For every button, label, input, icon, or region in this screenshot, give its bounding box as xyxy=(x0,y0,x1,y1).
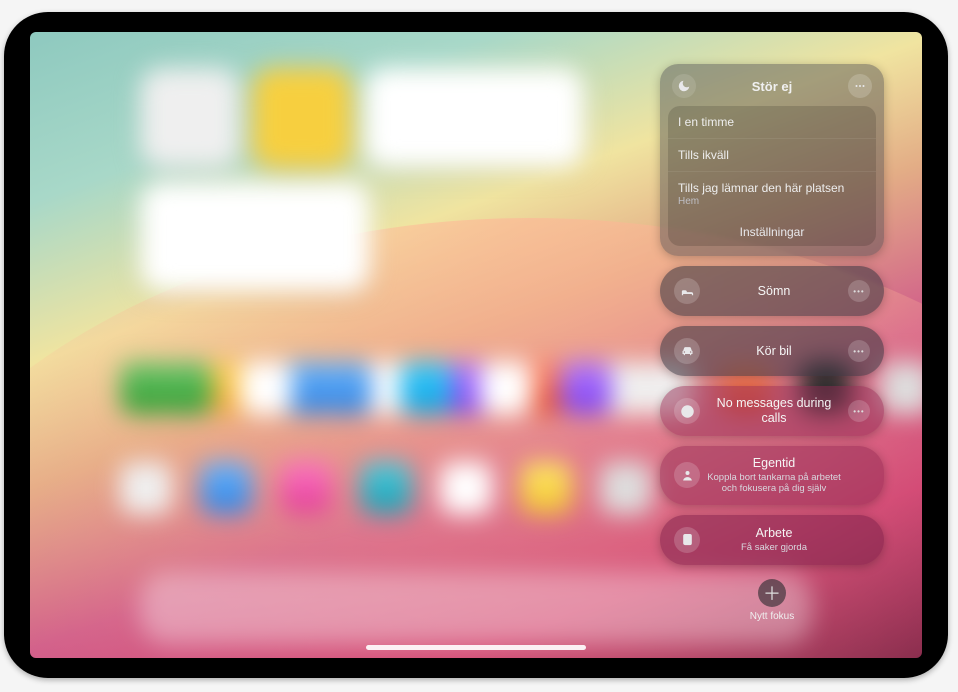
mode-label: Egentid xyxy=(706,456,842,471)
more-icon[interactable] xyxy=(848,74,872,98)
option-sublabel: Hem xyxy=(678,196,866,207)
focus-duration-option[interactable]: Tills jag lämnar den här platsen Hem xyxy=(668,171,876,216)
option-label: I en timme xyxy=(678,115,734,129)
mode-sublabel: Få saker gjorda xyxy=(706,542,842,553)
badge-icon xyxy=(674,527,700,553)
focus-mode-driving[interactable]: Kör bil ••• xyxy=(660,326,884,376)
option-label: Tills ikväll xyxy=(678,148,729,162)
car-icon xyxy=(674,338,700,364)
focus-title: Stör ej xyxy=(696,79,848,94)
focus-duration-list: I en timme Tills ikväll Tills jag lämnar… xyxy=(668,106,876,246)
mode-label: Sömn xyxy=(706,284,842,299)
widget-clock xyxy=(140,68,240,168)
mode-sublabel: Koppla bort tankarna på arbetet och foku… xyxy=(706,472,842,495)
focus-mode-sleep[interactable]: Sömn ••• xyxy=(660,266,884,316)
ipad-device: Stör ej I en timme Tills ikväll Tills ja… xyxy=(0,0,958,692)
home-indicator[interactable] xyxy=(366,645,586,650)
more-icon[interactable]: ••• xyxy=(848,340,870,362)
focus-duration-option[interactable]: Tills ikväll xyxy=(668,138,876,171)
new-focus-button[interactable]: ＋ Nytt fokus xyxy=(660,579,884,622)
bed-icon xyxy=(674,278,700,304)
more-icon[interactable]: ••• xyxy=(848,280,870,302)
focus-settings-button[interactable]: Inställningar xyxy=(668,216,876,246)
mode-label: No messages during calls xyxy=(706,396,842,426)
focus-duration-option[interactable]: I en timme xyxy=(668,106,876,138)
smiley-icon xyxy=(674,398,700,424)
focus-mode-personal[interactable]: Egentid Koppla bort tankarna på arbetet … xyxy=(660,446,884,505)
mode-label: Arbete xyxy=(706,526,842,541)
mode-label: Kör bil xyxy=(706,344,842,359)
widget-reminders xyxy=(140,182,370,292)
widget-notes xyxy=(252,68,352,168)
focus-mode-custom[interactable]: No messages during calls ••• xyxy=(660,386,884,436)
settings-label: Inställningar xyxy=(740,225,805,239)
new-focus-label: Nytt fokus xyxy=(660,611,884,622)
focus-mode-work[interactable]: Arbete Få saker gjorda ••• xyxy=(660,515,884,565)
moon-icon xyxy=(672,74,696,98)
focus-panel: Stör ej I en timme Tills ikväll Tills ja… xyxy=(660,64,884,622)
ipad-screen: Stör ej I en timme Tills ikväll Tills ja… xyxy=(30,32,922,658)
option-label: Tills jag lämnar den här platsen xyxy=(678,181,844,195)
person-icon xyxy=(674,462,700,488)
focus-card-do-not-disturb[interactable]: Stör ej I en timme Tills ikväll Tills ja… xyxy=(660,64,884,256)
plus-icon: ＋ xyxy=(758,579,786,607)
more-icon[interactable]: ••• xyxy=(848,400,870,422)
widget-calendar xyxy=(364,68,584,168)
